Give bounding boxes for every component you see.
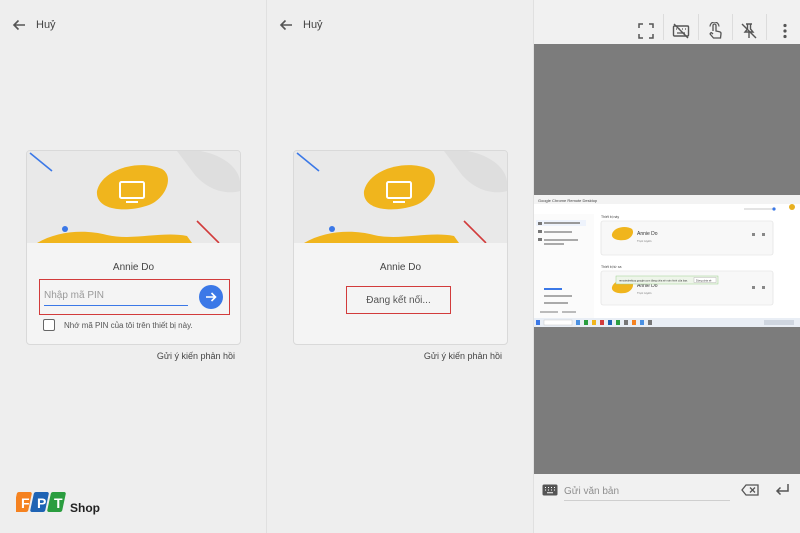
send-text-row <box>534 474 800 509</box>
back-arrow-icon[interactable] <box>279 18 293 32</box>
login-card: Annie Do Đang kết nối... <box>293 150 508 345</box>
section-remote: Thiết bị từ xa <box>601 265 621 269</box>
pin-highlight-box <box>39 279 230 315</box>
share-bar-button: Dừng chia sẻ <box>696 278 712 282</box>
cancel-button[interactable]: Huỷ <box>303 19 323 31</box>
connecting-highlight-box: Đang kết nối... <box>346 286 451 314</box>
arrow-right-icon <box>206 292 217 302</box>
topbar: Huỷ <box>279 18 323 32</box>
keyboard-icon[interactable] <box>542 484 558 496</box>
submit-pin-button[interactable] <box>199 285 223 309</box>
keyboard-off-icon[interactable] <box>672 22 690 40</box>
remote-screen-view[interactable]: Google Chrome Remote Desktop Thiết bị nà… <box>534 44 800 474</box>
connecting-panel: Huỷ Annie Do Đang kết nối... Gửi ý kiến … <box>267 0 533 533</box>
remote-device-status: Trực tuyến <box>637 291 652 295</box>
pin-off-icon[interactable] <box>740 22 758 40</box>
user-name: Annie Do <box>112 262 155 273</box>
device-status: Trực tuyến <box>637 239 652 243</box>
remember-pin-row: Nhớ mã PIN của tôi trên thiết bị này. <box>43 319 193 331</box>
remember-pin-checkbox[interactable] <box>43 319 55 331</box>
logo-shop-label: Shop <box>70 501 100 515</box>
touch-icon[interactable] <box>706 22 724 40</box>
svg-text:P: P <box>37 495 46 511</box>
connecting-status: Đang kết nối... <box>366 294 431 306</box>
enter-icon[interactable] <box>774 483 790 497</box>
topbar: Huỷ <box>12 18 56 32</box>
login-card: Annie Do Nhớ mã PIN của tôi trên thiết b… <box>26 150 241 345</box>
pin-entry-panel: Huỷ Annie Do Nhớ mã PIN của tôi trên t <box>0 0 266 533</box>
fullscreen-icon[interactable] <box>637 22 655 40</box>
toolbar-separator <box>732 14 733 40</box>
computer-illustration <box>27 151 240 243</box>
send-text-input[interactable] <box>564 483 730 501</box>
session-toolbar <box>534 0 800 44</box>
remote-desktop-window: Google Chrome Remote Desktop Thiết bị nà… <box>534 195 800 367</box>
fpt-shop-logo: F P T Shop <box>16 488 100 516</box>
computer-illustration <box>294 151 507 243</box>
remote-session-panel: Google Chrome Remote Desktop Thiết bị nà… <box>534 0 800 533</box>
fpt-logo-icon: F P T <box>16 492 66 512</box>
share-bar-text: remotedesktop.google.com đang chia sẻ mà… <box>619 279 688 283</box>
pin-input[interactable] <box>44 286 188 306</box>
feedback-link[interactable]: Gửi ý kiến phản hồi <box>157 351 235 361</box>
toolbar-separator <box>663 14 664 40</box>
back-arrow-icon[interactable] <box>12 18 26 32</box>
feedback-link[interactable]: Gửi ý kiến phản hồi <box>424 351 502 361</box>
cancel-button[interactable]: Huỷ <box>36 19 56 31</box>
remote-desktop-screenshot: Google Chrome Remote Desktop Thiết bị nà… <box>534 195 800 367</box>
section-this-device: Thiết bị này <box>601 215 619 219</box>
toolbar-separator <box>766 14 767 40</box>
backspace-icon[interactable] <box>741 484 759 496</box>
more-vertical-icon[interactable] <box>776 22 794 40</box>
svg-text:F: F <box>21 495 30 511</box>
device-name: Annie Do <box>637 231 658 237</box>
user-name: Annie Do <box>379 262 422 273</box>
toolbar-separator <box>698 14 699 40</box>
remember-pin-label: Nhớ mã PIN của tôi trên thiết bị này. <box>64 320 193 330</box>
window-title: Google Chrome Remote Desktop <box>538 198 598 203</box>
svg-text:T: T <box>54 495 63 511</box>
